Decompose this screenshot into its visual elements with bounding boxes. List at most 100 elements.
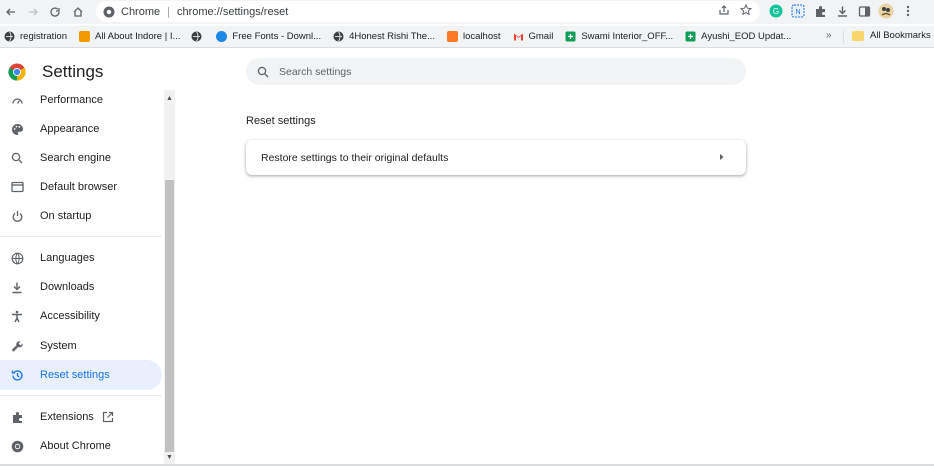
sidebar-item-default-browser[interactable]: Default browser: [0, 172, 162, 202]
bookmarks-overflow-icon[interactable]: »: [826, 30, 832, 41]
bookmark-registration[interactable]: registration: [4, 31, 67, 42]
sidebar-item-label: Performance: [40, 94, 103, 106]
palette-icon: [10, 122, 24, 136]
sidebar-scrollbar[interactable]: ▲ ▼: [164, 90, 175, 466]
globe-icon: [10, 251, 24, 265]
sidebar-item-accessibility[interactable]: Accessibility: [0, 301, 162, 331]
sidebar-item-downloads[interactable]: Downloads: [0, 272, 162, 302]
puzzle-icon[interactable]: [812, 3, 828, 19]
side-panel-icon[interactable]: [856, 3, 872, 19]
scroll-up-icon[interactable]: ▲: [166, 95, 173, 102]
globe-icon: [191, 31, 202, 42]
star-icon[interactable]: [740, 4, 752, 16]
browser-icon: [10, 180, 24, 194]
globe-icon: [4, 31, 15, 42]
home-icon[interactable]: [67, 1, 89, 23]
bookmarks-divider: [843, 31, 844, 44]
gmail-icon: [513, 33, 523, 41]
sidebar-item-label: Search engine: [40, 152, 111, 164]
sidebar-item-on-startup[interactable]: On startup: [0, 201, 162, 231]
bookmark-swami-interior[interactable]: Swami Interior_OFF...: [565, 31, 673, 42]
bookmark-globe[interactable]: [191, 31, 207, 42]
browser-toolbar: Chrome | chrome://settings/reset G N: [0, 0, 934, 24]
search-icon: [10, 151, 24, 165]
sidebar-divider: [0, 236, 162, 237]
scrollbar-thumb[interactable]: [165, 180, 174, 452]
arrow-right-icon: [720, 154, 724, 160]
reload-icon[interactable]: [44, 1, 66, 23]
sidebar-item-extensions[interactable]: Extensions: [0, 402, 162, 432]
all-bookmarks-label: All Bookmarks: [870, 30, 931, 41]
bookmark-label: Swami Interior_OFF...: [581, 31, 674, 42]
sidebar-item-appearance[interactable]: Appearance: [0, 114, 162, 144]
sidebar-item-languages[interactable]: Languages: [0, 243, 162, 273]
performance-icon: [10, 93, 24, 107]
globe-icon: [333, 31, 344, 42]
grammarly-icon[interactable]: G: [768, 3, 784, 19]
sidebar-item-performance[interactable]: Performance: [0, 88, 162, 115]
bookmark-free-fonts[interactable]: Free Fonts - Downl...: [216, 31, 321, 42]
sidebar-item-label: Reset settings: [40, 369, 110, 381]
sidebar-divider: [0, 395, 162, 396]
bookmark-ayushi-eod[interactable]: Ayushi_EOD Updat...: [685, 31, 791, 42]
sidebar-item-reset-settings[interactable]: Reset settings: [0, 360, 162, 390]
sidebar-item-system[interactable]: System: [0, 331, 162, 361]
power-icon: [10, 209, 24, 223]
blue-site-icon: [216, 31, 228, 42]
wrench-icon: [10, 339, 24, 353]
sidebar-item-label: System: [40, 340, 77, 352]
section-title: Reset settings: [246, 115, 316, 127]
scroll-down-icon[interactable]: ▼: [166, 454, 173, 461]
bookmark-label: All About Indore | I...: [95, 31, 181, 42]
xampp-icon: [447, 31, 458, 42]
bookmark-label: localhost: [463, 31, 501, 42]
download-icon: [10, 280, 24, 294]
orange-site-icon: [79, 31, 90, 42]
bookmark-label: 4Honest Rishi The...: [349, 31, 435, 42]
profile-avatar-icon[interactable]: [878, 3, 894, 19]
sidebar-item-label: About Chrome: [40, 440, 111, 452]
download-icon[interactable]: [834, 3, 850, 19]
address-bar[interactable]: Chrome | chrome://settings/reset: [96, 1, 760, 22]
bookmark-4honest[interactable]: 4Honest Rishi The...: [333, 31, 435, 42]
all-bookmarks-button[interactable]: All Bookmarks: [852, 30, 931, 41]
extension-n-icon[interactable]: N: [790, 3, 806, 19]
sidebar-item-label: Extensions: [40, 411, 94, 423]
chrome-icon: [10, 439, 24, 453]
chrome-site-icon: [103, 6, 115, 17]
forward-icon[interactable]: [22, 1, 44, 23]
search-settings-field[interactable]: Search settings: [246, 58, 746, 85]
bookmark-label: registration: [20, 31, 67, 42]
bookmark-label: Free Fonts - Downl...: [232, 31, 322, 42]
restore-defaults-row[interactable]: Restore settings to their original defau…: [246, 140, 746, 175]
svg-text:G: G: [773, 7, 779, 16]
bookmark-localhost[interactable]: localhost: [447, 31, 501, 42]
accessibility-icon: [10, 309, 24, 323]
puzzle-icon: [10, 410, 24, 424]
sidebar-item-label: On startup: [40, 210, 92, 222]
omnibox-separator: |: [167, 5, 170, 18]
sidebar-item-about-chrome[interactable]: About Chrome: [0, 431, 162, 461]
sidebar-item-label: Default browser: [40, 181, 118, 193]
settings-sidebar: Performance Appearance Search engine Def…: [0, 88, 176, 466]
bookmark-all-about-indore[interactable]: All About Indore | I...: [79, 31, 180, 42]
search-placeholder: Search settings: [279, 65, 352, 78]
svg-text:N: N: [795, 9, 800, 16]
menu-icon[interactable]: [900, 3, 916, 19]
sidebar-item-search-engine[interactable]: Search engine: [0, 143, 162, 173]
sidebar-item-label: Languages: [40, 252, 95, 264]
page-title: Settings: [42, 62, 104, 81]
search-icon: [257, 66, 269, 77]
back-icon[interactable]: [0, 1, 22, 23]
bookmark-label: Gmail: [528, 31, 554, 42]
sidebar-item-label: Downloads: [40, 281, 95, 293]
sidebar-item-label: Accessibility: [40, 310, 100, 322]
omnibox-chip: Chrome: [121, 5, 161, 18]
share-icon[interactable]: [718, 4, 730, 16]
bookmark-label: Ayushi_EOD Updat...: [701, 31, 792, 42]
sidebar-item-label: Appearance: [40, 123, 100, 135]
bookmark-gmail[interactable]: Gmail: [513, 31, 554, 42]
external-link-icon: [102, 411, 114, 426]
bookmarks-bar: registration All About Indore | I... Fre…: [0, 26, 934, 48]
omnibox-url[interactable]: chrome://settings/reset: [177, 6, 288, 18]
